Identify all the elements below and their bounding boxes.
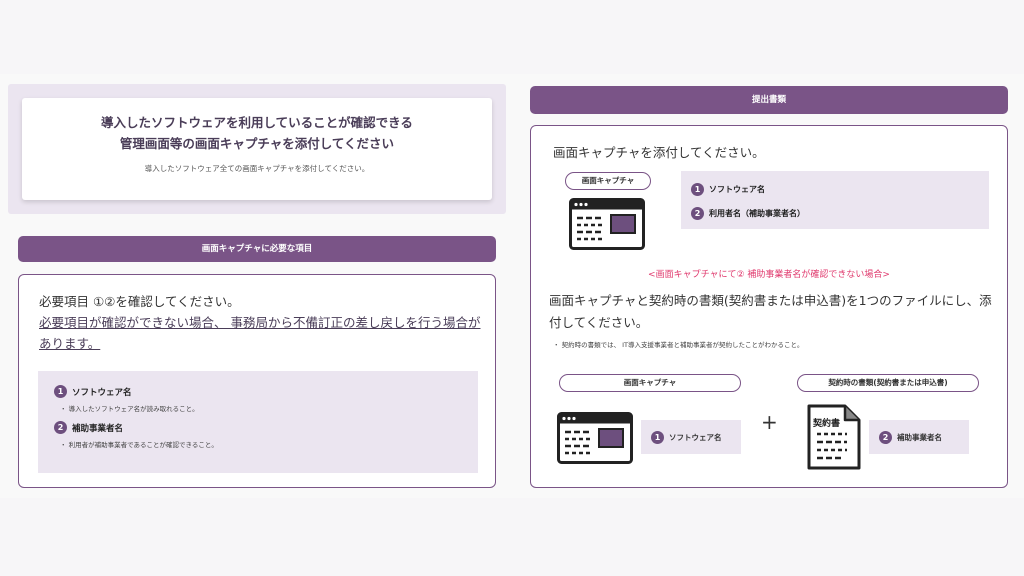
missing-name-warning: <画面キャプチャにて② 補助事業者名が確認できない場合> [648,270,890,280]
list-item: 2 利用者名（補助事業者名） [691,207,989,220]
list-item: 1 ソフトウェア名 [54,385,478,398]
capture-pill: 画面キャプチャ [565,172,651,190]
remand-warning: 必要項目が確認ができない場合、 事務局から不備訂正の差し戻しを行う場合があります… [39,315,481,351]
screen-capture-icon [557,412,633,464]
item-label: ソフトウェア名 [669,432,722,442]
contract-note: ・ 契約時の書類では、 IT導入支援事業者と補助事業者が契約したことがわかること… [553,341,804,349]
screen-capture-icon [569,198,645,250]
capture-required-items: 1 ソフトウェア名 2 利用者名（補助事業者名） [681,171,989,229]
submission-documents-panel: 画面キャプチャを添付してください。 画面キャプチャ 1 ソフトウェア名 2 利用… [530,125,1008,488]
list-item: 1 ソフトウェア名 [691,183,989,196]
item-label: ソフトウェア名 [709,185,765,194]
item-label: 補助事業者名 [72,423,124,434]
item-note: ・ 利用者が補助事業者であることが確認できること。 [60,441,218,449]
attach-capture-heading: 画面キャプチャを添付してください。 [553,145,765,160]
required-instruction: 必要項目 ①②を確認してください。 [39,294,240,309]
intro-title-line2: 管理画面等の画面キャプチャを添付してください [119,136,395,151]
required-items-list: 1 ソフトウェア名 ・ 導入したソフトウェア名が読み取れること。 2 補助事業者… [38,371,478,473]
number-badge-1: 1 [691,183,704,196]
item-label: ソフトウェア名 [72,387,132,398]
required-items-header: 画面キャプチャに必要な項目 [18,236,496,262]
required-items-text: 必要項目 ①②を確認してください。 必要項目が確認ができない場合、 事務局から不… [39,291,487,354]
item-label: 補助事業者名 [897,432,942,442]
item-note: ・ 導入したソフトウェア名が読み取れること。 [60,405,199,413]
intro-title-line1: 導入したソフトウェアを利用していることが確認できる [101,115,413,130]
contract-document-icon: 契約書 [807,404,861,470]
business-name-box: 2 補助事業者名 [869,420,969,454]
submission-documents-header: 提出書類 [530,86,1008,114]
number-badge-1: 1 [54,385,67,398]
list-item: 2 補助事業者名 [54,421,478,434]
number-badge-2: 2 [879,430,892,444]
capture-pill-2: 画面キャプチャ [559,374,741,392]
contract-pill: 契約時の書類(契約書または申込書) [797,374,979,392]
contract-icon-label: 契約書 [813,419,841,429]
intro-card: 導入したソフトウェアを利用していることが確認できる 管理画面等の画面キャプチャを… [22,98,492,200]
number-badge-1: 1 [651,430,664,444]
number-badge-2: 2 [691,207,704,220]
plus-sign: + [761,410,778,434]
required-items-panel: 必要項目 ①②を確認してください。 必要項目が確認ができない場合、 事務局から不… [18,274,496,488]
item-label: 利用者名（補助事業者名） [709,209,805,218]
combine-file-instruction: 画面キャプチャと契約時の書類(契約書または申込書)を1つのファイルにし、添付して… [549,293,992,330]
number-badge-2: 2 [54,421,67,434]
software-name-box: 1 ソフトウェア名 [641,420,741,454]
intro-subtitle: 導入したソフトウェア全ての画面キャプチャを添付してください。 [144,164,370,173]
